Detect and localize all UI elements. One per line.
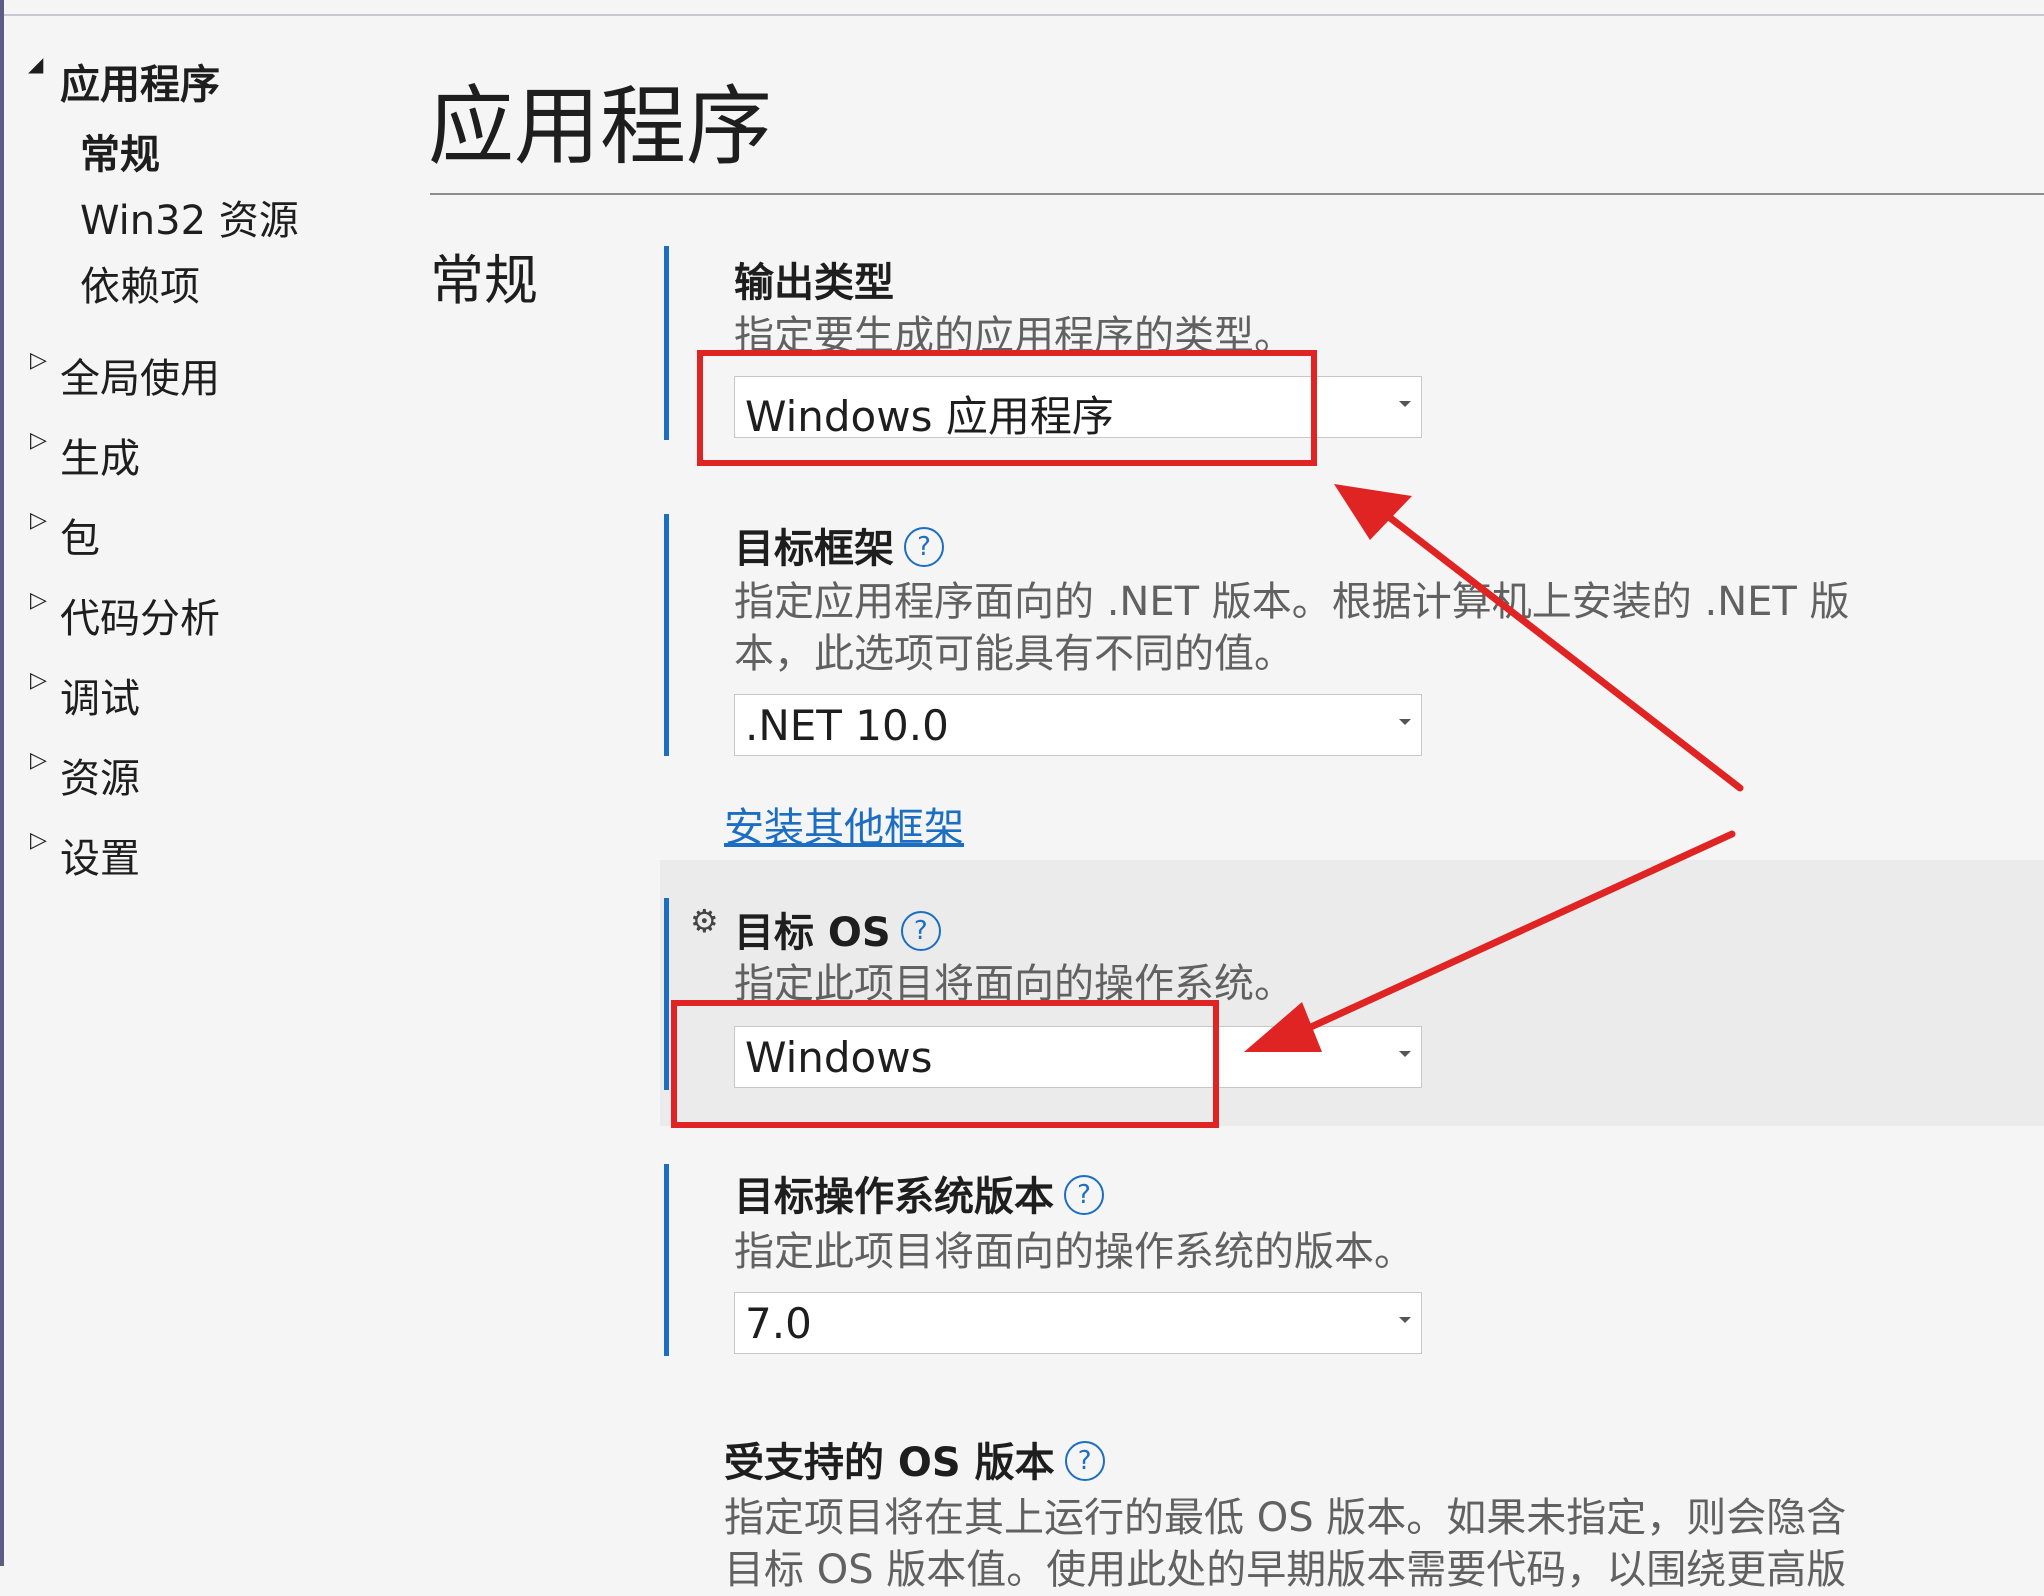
annotation-arrow-up-head <box>1334 484 1412 540</box>
annotation-arrow-up-shaft <box>1376 506 1744 792</box>
annotation-arrows <box>1244 484 1744 1052</box>
annotation-arrow-down-shaft <box>1296 830 1736 1036</box>
annotation-arrow-down-head <box>1244 1002 1322 1052</box>
